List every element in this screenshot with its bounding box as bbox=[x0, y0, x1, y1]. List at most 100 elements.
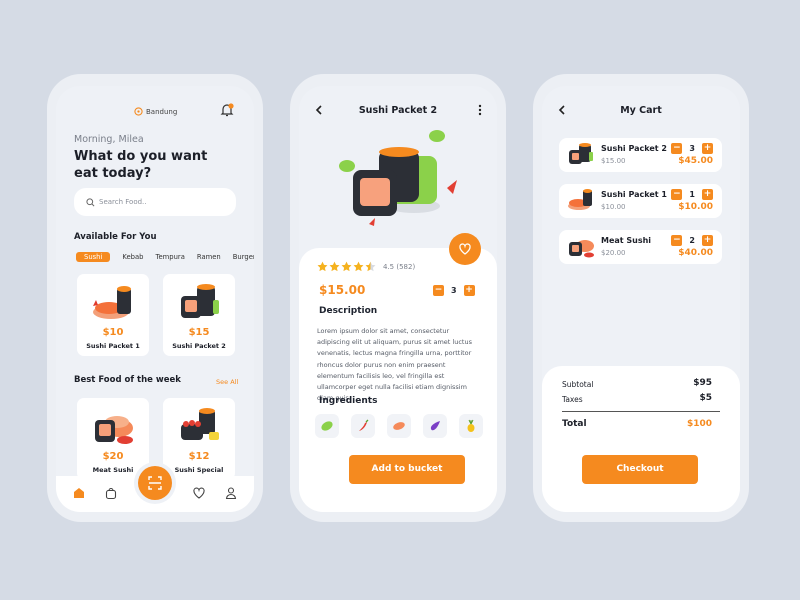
ingredient-item bbox=[351, 414, 375, 438]
favorite-button[interactable] bbox=[449, 233, 481, 265]
tab-kebab[interactable]: Kebab bbox=[122, 253, 143, 261]
bell-icon[interactable] bbox=[219, 102, 235, 118]
tab-tempura[interactable]: Tempura bbox=[155, 253, 184, 261]
quantity-value: 1 bbox=[689, 190, 695, 199]
star-icon bbox=[329, 261, 340, 272]
description-text: Lorem ipsum dolor sit amet, consectetur … bbox=[317, 327, 472, 403]
quantity-value: 2 bbox=[689, 236, 695, 245]
item-total: $10.00 bbox=[678, 202, 713, 212]
see-all-link[interactable]: See All bbox=[216, 378, 238, 386]
quantity-stepper: − 3 + bbox=[671, 143, 713, 154]
eggplant-icon bbox=[430, 421, 440, 431]
item-unit-price: $15.00 bbox=[601, 157, 626, 165]
star-icon bbox=[353, 261, 364, 272]
decrease-button[interactable]: − bbox=[671, 235, 683, 246]
sushi-packet-2-thumbnail bbox=[569, 143, 593, 164]
tab-burger[interactable]: Burger bbox=[233, 253, 254, 261]
item-total: $40.00 bbox=[678, 248, 713, 258]
available-title: Available For You bbox=[74, 232, 157, 242]
food-name: Sushi Packet 1 bbox=[86, 342, 140, 350]
add-to-bucket-button[interactable]: Add to bucket bbox=[349, 455, 465, 484]
subtotal-value: $95 bbox=[693, 378, 712, 388]
chili-icon bbox=[359, 419, 369, 431]
quantity-stepper: − 1 + bbox=[671, 189, 713, 200]
quantity-value: 3 bbox=[689, 144, 695, 153]
star-icon bbox=[365, 261, 376, 272]
food-price: $12 bbox=[188, 451, 210, 462]
decrease-button[interactable]: − bbox=[671, 143, 683, 154]
cart-item[interactable]: Sushi Packet 2 $15.00 − 3 + $45.00 bbox=[559, 138, 722, 172]
star-icon bbox=[341, 261, 352, 272]
best-food-title: Best Food of the week bbox=[74, 375, 181, 385]
headline: What do you want eat today? bbox=[74, 149, 208, 181]
divider bbox=[562, 411, 720, 412]
quantity-value: 3 bbox=[451, 286, 457, 295]
salmon-icon bbox=[393, 422, 405, 430]
ingredient-item bbox=[315, 414, 339, 438]
rating-text: 4.5 (582) bbox=[383, 263, 416, 271]
star-icon bbox=[317, 261, 328, 272]
pineapple-icon bbox=[467, 419, 475, 432]
tab-sushi[interactable]: Sushi bbox=[76, 252, 111, 262]
description-title: Description bbox=[319, 306, 378, 316]
home-screen: Bandung Morning, Milea What do you want … bbox=[56, 86, 254, 512]
total-label: Total bbox=[562, 419, 587, 429]
home-icon[interactable] bbox=[72, 486, 86, 500]
location[interactable]: Bandung bbox=[134, 107, 177, 116]
increase-button[interactable]: + bbox=[702, 189, 713, 200]
item-total: $45.00 bbox=[678, 156, 713, 166]
quantity-stepper: − 3 + bbox=[433, 285, 475, 296]
food-price: $10 bbox=[102, 327, 124, 338]
location-pin-icon bbox=[134, 107, 143, 116]
increase-button[interactable]: + bbox=[463, 285, 475, 296]
item-unit-price: $10.00 bbox=[601, 203, 626, 211]
food-name: Sushi Special bbox=[174, 466, 224, 474]
scan-button[interactable] bbox=[138, 466, 172, 500]
search-input[interactable]: Search Food.. bbox=[74, 188, 236, 216]
cart-screen: My Cart Sushi Packet 2 $15.00 − 3 + $45.… bbox=[542, 86, 740, 512]
decrease-button[interactable]: − bbox=[671, 189, 683, 200]
meat-sushi-image bbox=[95, 416, 133, 444]
item-name: Sushi Packet 1 bbox=[601, 190, 667, 199]
food-price: $15 bbox=[188, 327, 210, 338]
meat-sushi-thumbnail bbox=[569, 240, 594, 258]
profile-icon[interactable] bbox=[224, 486, 238, 500]
page-title: Sushi Packet 2 bbox=[358, 105, 438, 116]
scan-icon bbox=[148, 476, 162, 490]
food-name: Meat Sushi bbox=[92, 466, 134, 474]
detail-screen: Sushi Packet 2 4.5 (582) $15.00 − 3 + De… bbox=[299, 86, 497, 512]
page-title: My Cart bbox=[620, 105, 662, 116]
order-summary: Subtotal $95 Taxes $5 Total $100 Checkou… bbox=[542, 366, 740, 512]
sushi-packet-1-thumbnail bbox=[568, 189, 592, 210]
increase-button[interactable]: + bbox=[702, 143, 713, 154]
ingredient-item bbox=[423, 414, 447, 438]
checkout-button[interactable]: Checkout bbox=[582, 455, 698, 484]
leaf-icon bbox=[321, 421, 333, 431]
total-value: $100 bbox=[686, 419, 712, 429]
ingredients-list bbox=[315, 414, 483, 438]
more-options-icon[interactable] bbox=[477, 104, 483, 116]
food-card-meat-sushi[interactable]: $20 Meat Sushi bbox=[77, 398, 149, 480]
ingredient-item bbox=[387, 414, 411, 438]
taxes-value: $5 bbox=[699, 393, 712, 403]
sushi-packet-2-image bbox=[181, 284, 219, 318]
cart-item[interactable]: Sushi Packet 1 $10.00 − 1 + $10.00 bbox=[559, 184, 722, 218]
heart-icon[interactable] bbox=[192, 486, 206, 500]
decrease-button[interactable]: − bbox=[433, 285, 444, 296]
food-card-sushi-special[interactable]: $12 Sushi Special bbox=[163, 398, 235, 480]
food-card-sushi-packet-1[interactable]: $10 Sushi Packet 1 bbox=[77, 274, 149, 356]
food-card-sushi-packet-2[interactable]: $15 Sushi Packet 2 bbox=[163, 274, 235, 356]
sushi-hero-image bbox=[339, 130, 457, 226]
greeting: Morning, Milea bbox=[74, 134, 144, 145]
cart-item[interactable]: Meat Sushi $20.00 − 2 + $40.00 bbox=[559, 230, 722, 264]
food-name: Sushi Packet 2 bbox=[172, 342, 226, 350]
search-placeholder: Search Food.. bbox=[99, 198, 147, 206]
subtotal-label: Subtotal bbox=[562, 380, 594, 389]
food-price: $20 bbox=[102, 451, 124, 462]
ingredient-item bbox=[459, 414, 483, 438]
sushi-special-image bbox=[181, 408, 219, 440]
increase-button[interactable]: + bbox=[702, 235, 713, 246]
bag-icon[interactable] bbox=[104, 486, 118, 500]
tab-ramen[interactable]: Ramen bbox=[197, 253, 221, 261]
location-label: Bandung bbox=[146, 107, 178, 116]
